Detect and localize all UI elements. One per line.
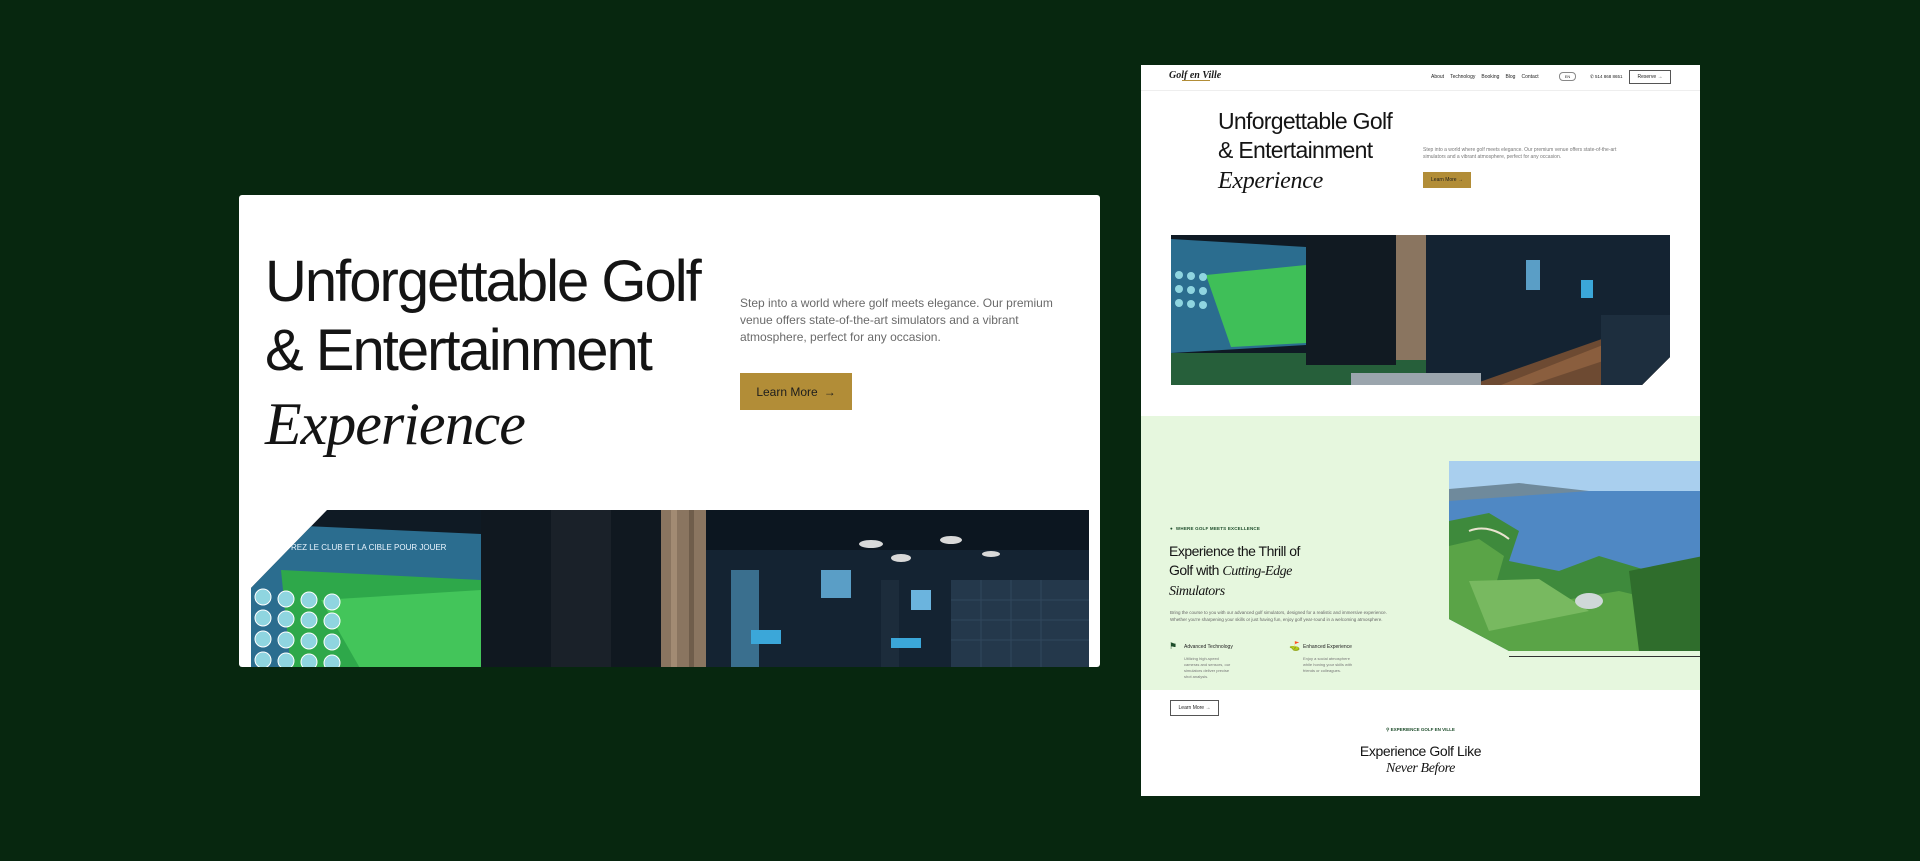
nav-links: About Technology Booking Blog Contact (1431, 74, 1539, 80)
section-title-prefix: Golf with (1169, 562, 1223, 578)
preview-learn-more-button[interactable]: Learn More → (1423, 172, 1471, 188)
feature-title: Enhanced Experience (1303, 644, 1352, 650)
website-full-preview: Golf en Ville About Technology Booking B… (1141, 65, 1700, 796)
preview-hero-italic: Experience (1218, 168, 1323, 194)
simulator-room-photo: REZ LE CLUB ET LA CIBLE POUR JOUER (251, 510, 1089, 667)
flag-icon: ⚑ (1169, 641, 1178, 651)
hero-zoom-card: Unforgettable Golf & Entertainment Exper… (239, 195, 1100, 667)
top-navbar: Golf en Ville About Technology Booking B… (1141, 65, 1700, 91)
section-title-line1: Experience the Thrill of (1169, 543, 1300, 559)
golf-course-aerial-photo (1449, 461, 1700, 651)
learn-more-label: Learn More (756, 384, 818, 399)
section3-title-italic: Never Before (1386, 761, 1455, 776)
preview-simulator-photo (1171, 235, 1670, 385)
section-title: Experience the Thrill of Golf with Cutti… (1169, 542, 1300, 601)
hero-description: Step into a world where golf meets elega… (740, 296, 1053, 344)
screen-text: REZ LE CLUB ET LA CIBLE POUR JOUER (291, 543, 447, 552)
photo-frame-line (1509, 656, 1700, 657)
nav-link-blog[interactable]: Blog (1505, 74, 1515, 80)
hero-title-line1: Unforgettable Golf (265, 249, 702, 314)
feature-title: Advanced Technology (1184, 644, 1233, 650)
nav-link-about[interactable]: About (1431, 74, 1444, 80)
arrow-right-icon: → (823, 384, 836, 399)
section-body: Bring the course to you with our advance… (1170, 610, 1387, 622)
nav-link-booking[interactable]: Booking (1481, 74, 1499, 80)
section-title-italic2: Simulators (1169, 584, 1225, 599)
hero-title: Unforgettable Golf & Entertainment Exper… (265, 247, 702, 463)
phone-text: 514 868 8651 (1595, 74, 1623, 79)
hero-title-line2: & Entertainment (265, 318, 653, 383)
logo-underline (1182, 80, 1210, 81)
section3-title-line1: Experience Golf Like (1359, 743, 1482, 759)
preview-hero-line2: & Entertainment (1218, 137, 1373, 163)
section-title-italic1: Cutting-Edge (1222, 564, 1292, 579)
section3-title: Experience Golf Like Never Before (1141, 742, 1700, 778)
feature-enhanced-experience: Enhanced Experience Enjoy a social atmos… (1303, 644, 1353, 674)
preview-hero-description: Step into a world where golf meets elega… (1423, 147, 1617, 160)
golfer-icon: ⛳ (1289, 641, 1301, 651)
nav-link-technology[interactable]: Technology (1450, 74, 1475, 80)
preview-hero-line1: Unforgettable Golf (1218, 108, 1393, 134)
section-eyebrow-text: WHERE GOLF MEETS EXCELLENCE (1175, 526, 1261, 531)
feature-advanced-technology: Advanced Technology Utilizing high-speed… (1184, 644, 1234, 680)
feature-desc: Enjoy a social atmosphere while honing y… (1303, 656, 1353, 673)
feature-desc: Utilizing high-speed cameras and sensors… (1184, 656, 1231, 679)
learn-more-button[interactable]: Learn More → (740, 373, 852, 410)
location-pin-icon: ● (1170, 526, 1173, 531)
phone-number[interactable]: ✆ 514 868 8651 (1590, 74, 1623, 80)
reserve-button[interactable]: Reserve → (1629, 70, 1671, 84)
section3-eyebrow-text: EXPERIENCE GOLF EN VILLE (1390, 727, 1455, 732)
preview-hero-title: Unforgettable Golf & Entertainment Exper… (1218, 107, 1393, 198)
language-switch[interactable]: EN (1559, 72, 1576, 81)
section3-eyebrow: ⚲ EXPERIENCE GOLF EN VILLE (1141, 727, 1700, 733)
hero-title-italic: Experience (265, 391, 526, 457)
features-learn-more-button[interactable]: Learn More → (1170, 700, 1219, 716)
section-eyebrow: ● WHERE GOLF MEETS EXCELLENCE (1170, 526, 1260, 531)
nav-link-contact[interactable]: Contact (1521, 74, 1538, 80)
